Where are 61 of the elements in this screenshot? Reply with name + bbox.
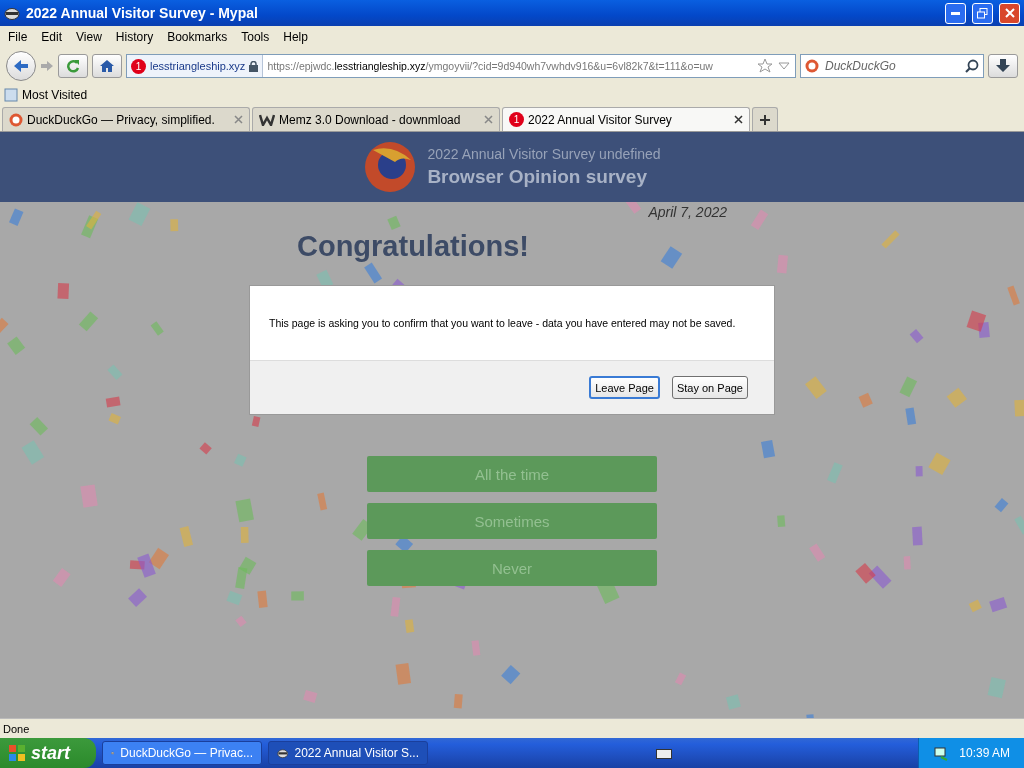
app-icon <box>4 6 20 20</box>
network-icon[interactable] <box>933 745 950 761</box>
minimize-button[interactable] <box>945 2 966 24</box>
close-button[interactable] <box>999 2 1020 24</box>
duck-logo-icon <box>805 59 819 73</box>
download-arrow-icon <box>996 59 1010 73</box>
alert-badge: 1 <box>131 58 146 74</box>
keyboard-icon[interactable] <box>656 747 673 759</box>
minimize-icon <box>951 11 960 15</box>
menu-item[interactable]: Tools <box>235 28 276 46</box>
status-text: Done <box>3 722 30 735</box>
browser-tab[interactable]: Memz 3.0 Download - downmload <box>252 107 500 131</box>
dropdown-icon[interactable] <box>777 61 791 71</box>
lock-icon <box>249 60 259 72</box>
windows-logo-icon <box>8 744 26 762</box>
url-text: https://epjwdc.lesstriangleship.xyz/ymgoyvii/?cid=9d940wh7vwhdv916&u=6vl82k7&t=111&o=uw <box>266 60 714 72</box>
reload-icon <box>66 59 80 73</box>
survey-subtitle: 2022 Annual Visitor Survey undefined <box>427 146 661 162</box>
dialog-message: This page is asking you to confirm that you want to leave - data you have entered may not be saved. <box>269 317 736 331</box>
start-button[interactable]: start <box>0 738 96 768</box>
reload-button[interactable] <box>58 54 88 78</box>
menu-item[interactable]: Edit <box>35 28 69 46</box>
download-button[interactable] <box>988 54 1018 78</box>
duck-logo-icon <box>9 112 23 127</box>
menu-item[interactable]: View <box>70 28 108 46</box>
address-bar[interactable]: 1 lesstriangleship.xyz https://epjwdc.lesstriangleship.xyz/ymgoyvii/?cid=9d940wh7vwhdv916&u=6vl82k7&t=111&o=uw <box>126 54 796 78</box>
bookmark-icon <box>4 88 18 102</box>
dialog-button[interactable]: Stay on Page <box>671 376 748 399</box>
window-title: 2022 Annual Visitor Survey - Mypal <box>26 5 259 21</box>
restore-button[interactable] <box>972 2 993 24</box>
survey-title: Browser Opinion survey <box>427 166 648 188</box>
back-arrow-icon <box>13 59 29 73</box>
plus-icon <box>759 113 771 126</box>
site-identity[interactable]: lesstriangleship.xyz <box>150 60 246 72</box>
browser-tab[interactable]: 1 2022 Annual Visitor Survey <box>502 107 750 131</box>
search-field[interactable]: DuckDuckGo <box>823 58 961 74</box>
new-tab-button[interactable] <box>752 107 778 131</box>
browser-tab[interactable]: DuckDuckGo — Privacy, simplified. <box>2 107 250 131</box>
survey-date: April 7, 2022 <box>648 204 727 220</box>
taskbar-button[interactable]: 2022 Annual Visitor S... <box>268 741 428 765</box>
bookmark-folder[interactable]: Most Visited <box>4 88 88 102</box>
menu-item[interactable]: File <box>2 28 34 46</box>
page-heading: Congratulations! <box>297 230 530 263</box>
dialog-button[interactable]: Leave Page <box>589 376 660 399</box>
restore-icon <box>977 7 988 19</box>
close-icon[interactable] <box>734 115 743 124</box>
menu-item[interactable]: Help <box>277 28 314 46</box>
menu-item[interactable]: Bookmarks <box>161 28 234 46</box>
clock: 10:39 AM <box>959 746 1010 760</box>
w-logo-icon <box>259 113 275 126</box>
home-button[interactable] <box>92 54 122 78</box>
back-button[interactable] <box>6 51 36 81</box>
taskbar-button[interactable]: DuckDuckGo — Privac... <box>102 741 262 765</box>
close-icon <box>1004 8 1015 18</box>
search-box[interactable]: DuckDuckGo <box>800 54 984 78</box>
star-icon[interactable] <box>757 58 773 74</box>
home-icon <box>99 59 115 73</box>
menu-item[interactable]: History <box>109 28 160 46</box>
alert-badge: 1 <box>509 112 524 127</box>
search-icon[interactable] <box>965 59 979 73</box>
fox-globe-logo <box>363 140 418 194</box>
